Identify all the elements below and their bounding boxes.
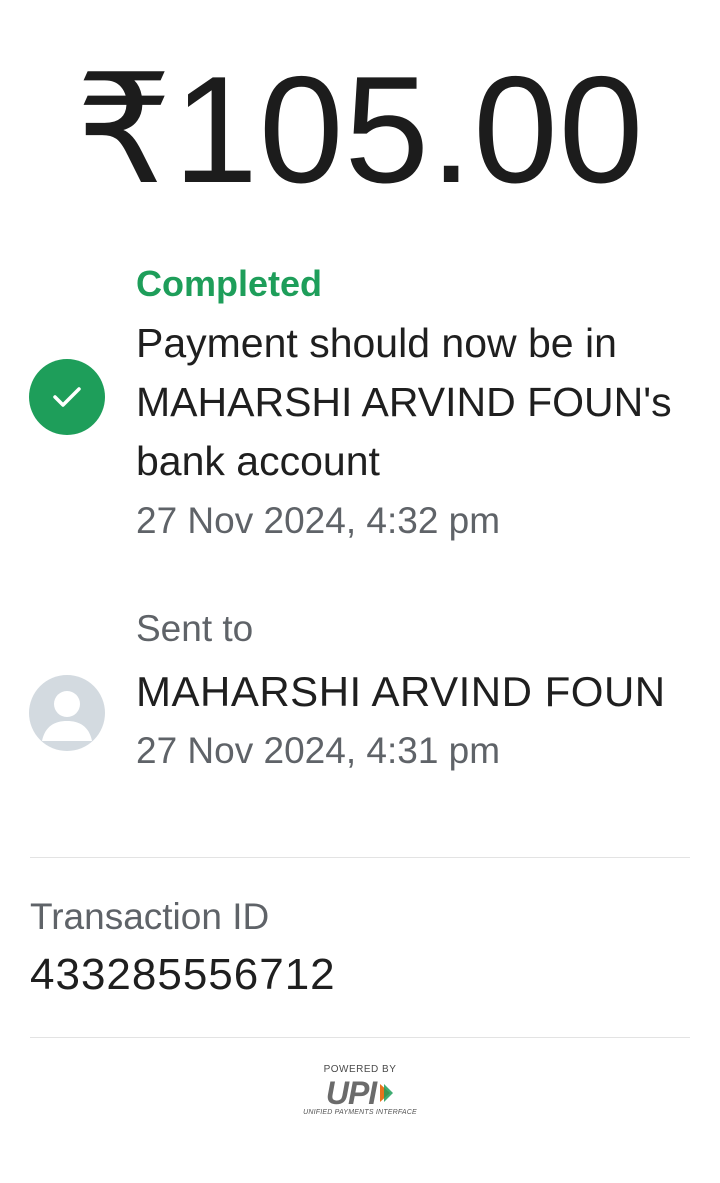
status-label: Completed	[136, 263, 323, 304]
status-success-icon	[29, 359, 105, 435]
recipient-avatar	[29, 675, 105, 751]
upi-logo: POWERED BY UPI UNIFIED PAYMENTS INTERFAC…	[300, 1064, 420, 1120]
transaction-id-value[interactable]: 433285556712	[30, 947, 690, 1003]
sent-to-label: Sent to	[136, 608, 254, 649]
upi-arrow-icon	[380, 1084, 394, 1102]
recipient-name: MAHARSHI ARVIND FOUN	[136, 668, 666, 715]
divider-bottom	[30, 1037, 690, 1038]
divider-top	[30, 857, 690, 858]
transaction-section: Transaction ID 433285556712	[30, 893, 690, 1003]
upi-brand-text: UPI	[325, 1075, 377, 1111]
recipient-section: Sent to MAHARSHI ARVIND FOUN 27 Nov 2024…	[136, 605, 696, 775]
status-section: Completed Payment should now be in MAHAR…	[136, 262, 696, 545]
recipient-timestamp: 27 Nov 2024, 4:31 pm	[136, 730, 501, 771]
transaction-id-label: Transaction ID	[30, 896, 270, 937]
upi-mark: UPI	[300, 1075, 420, 1111]
avatar-placeholder-icon	[42, 691, 92, 741]
upi-subtitle: UNIFIED PAYMENTS INTERFACE	[303, 1109, 417, 1116]
payment-amount: ₹105.00	[75, 45, 645, 215]
status-message: Payment should now be in MAHARSHI ARVIND…	[136, 320, 672, 484]
status-timestamp: 27 Nov 2024, 4:32 pm	[136, 500, 501, 541]
check-icon	[53, 387, 81, 407]
